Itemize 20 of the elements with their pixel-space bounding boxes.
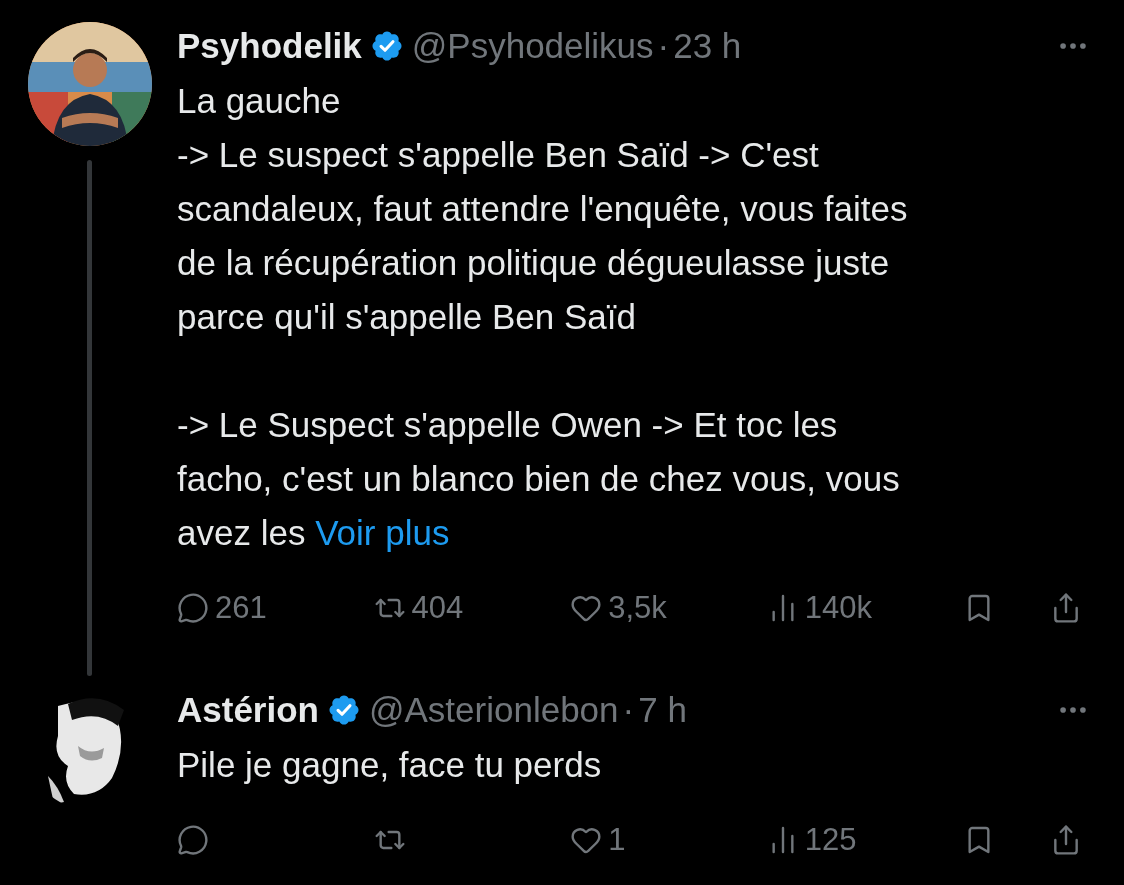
like-button[interactable]: 1	[570, 822, 626, 858]
repost-button[interactable]: 404	[373, 590, 464, 626]
separator-dot: ·	[657, 26, 670, 66]
post-time: 7 h	[638, 690, 687, 730]
reply-icon	[177, 824, 209, 856]
reply-icon	[177, 592, 209, 624]
author-name: Psyhodelik	[177, 26, 362, 66]
reply-button[interactable]: 261	[177, 590, 267, 626]
see-more-link[interactable]: Voir plus	[315, 513, 450, 552]
tweet-text: Pile je gagne, face tu perds	[177, 744, 603, 786]
separator-dot: ·	[622, 690, 635, 730]
author-handle: @Psyhodelikus	[411, 26, 654, 66]
tweet-text: La gauche -> Le suspect s'appelle Ben Saïd -> C'est scandaleux, faut attendre l'enquête, vous faites de la récupération politique dégueulasse juste parce qu'il s'appelle Ben Saïd -> Le Suspect s'appelle Owen -> Et toc les facho, c'est un blanco bien de chez vous, vous avez les Voir plus	[177, 80, 909, 554]
author-handle: @Asterionlebon	[368, 690, 619, 730]
post-time: 23 h	[673, 26, 742, 66]
views-button[interactable]: 140k	[766, 590, 872, 626]
like-button[interactable]: 3,5k	[570, 590, 667, 626]
views-button[interactable]: 125	[766, 822, 857, 858]
reply-button[interactable]	[177, 824, 209, 856]
author-name: Astérion	[177, 690, 319, 730]
